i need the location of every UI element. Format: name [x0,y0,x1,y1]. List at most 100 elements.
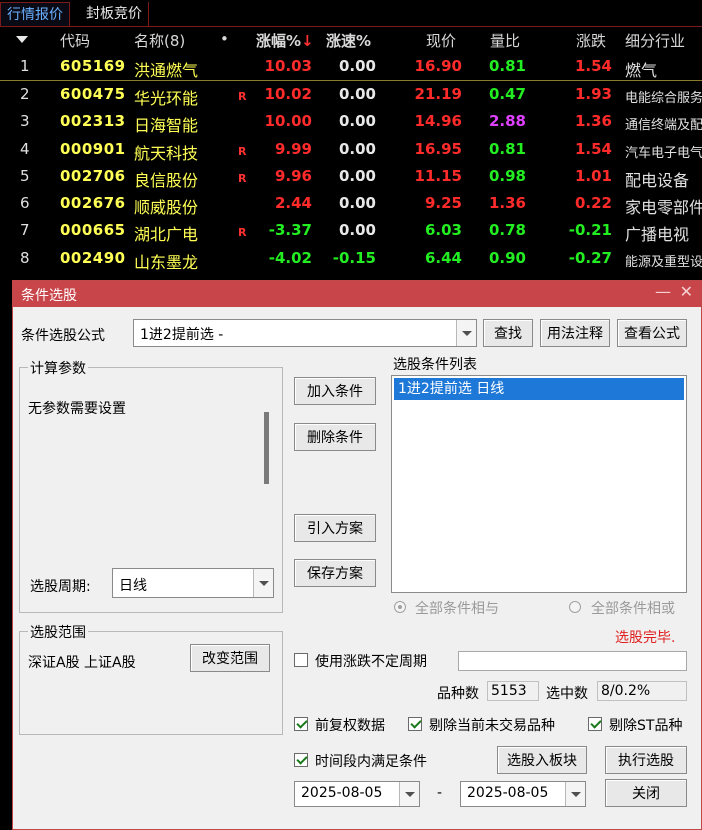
close-icon[interactable]: ✕ [680,282,693,301]
stock-name: 洪通燃气 [134,61,199,80]
formula-select[interactable]: 1进2提前选 - [133,319,477,347]
sort-desc-icon: ↓ [301,32,314,50]
use-period-checkbox[interactable] [294,653,308,667]
industry: 燃气 [625,61,658,80]
header-pct[interactable]: 涨幅%↓ [256,30,314,51]
use-period-label: 使用涨跌不定周期 [315,654,427,670]
pct-change: 9.99 [274,140,312,158]
header-industry[interactable]: 细分行业 [625,30,685,51]
chevron-down-icon[interactable] [399,782,419,806]
price: 14.96 [414,112,462,130]
quote-row[interactable]: 6 002676 顺威股份 2.44 0.00 9.25 1.36 0.22 家… [0,191,702,218]
radio-all-and[interactable] [394,601,406,613]
header-code[interactable]: 代码 [60,30,90,51]
delete-condition-button[interactable]: 删除条件 [294,423,376,451]
tab-quotes[interactable]: 行情报价 [0,2,70,26]
price-change: -0.27 [568,249,612,267]
add-condition-button[interactable]: 加入条件 [294,377,376,405]
params-group: 计算参数 无参数需要设置 选股周期: 日线 [19,358,283,613]
stock-name: 良信股份 [134,171,199,190]
view-formula-button[interactable]: 查看公式 [617,319,687,347]
period-select[interactable]: 日线 [112,568,274,598]
date-to-picker[interactable]: 2025-08-05 [460,781,586,807]
stock-code: 002706 [60,167,126,185]
price-change: -0.21 [568,221,612,239]
selected-row-underline [0,80,702,81]
date-from-picker[interactable]: 2025-08-05 [294,781,420,807]
radio-all-or[interactable] [569,601,581,613]
price: 11.15 [414,167,462,185]
pct-change: 10.00 [264,112,312,130]
adjust-label: 前复权数据 [315,718,385,734]
quote-row[interactable]: 4 000901 航天科技 R 9.99 0.00 16.95 0.81 1.5… [0,137,702,164]
chevron-down-icon[interactable] [565,782,585,806]
quote-row[interactable]: 1 605169 洪通燃气 10.03 0.00 16.90 0.81 1.54… [0,54,702,81]
price-change: 1.54 [574,57,612,75]
stock-name: 山东墨龙 [134,253,199,272]
period-label: 选股周期: [30,579,91,595]
quote-row[interactable]: 7 000665 湖北广电 R -3.37 0.00 6.03 0.78 -0.… [0,218,702,245]
params-text: 无参数需要设置 [28,401,126,417]
pct-change: -3.37 [268,221,312,239]
chevron-down-icon[interactable] [456,320,476,346]
condition-listbox[interactable]: 1进2提前选 日线 [391,375,687,593]
dialog-title-bar[interactable]: 条件选股 — ✕ [13,281,701,307]
exclude-untraded-checkbox[interactable] [408,717,422,731]
save-plan-button[interactable]: 保存方案 [294,559,376,587]
time-range-checkbox[interactable] [294,753,308,767]
stock-name: 日海智能 [134,116,199,135]
top-tab-bar: 行情报价 封板竞价 [0,0,702,27]
params-group-title: 计算参数 [28,358,88,378]
stock-code: 002313 [60,112,126,130]
exclude-st-checkbox[interactable] [588,717,602,731]
chevron-down-icon[interactable] [253,569,273,597]
close-button[interactable]: 关闭 [605,779,687,807]
execute-screen-button[interactable]: 执行选股 [605,746,687,774]
stock-name: 顺威股份 [134,198,199,217]
tab-limit-auction[interactable]: 封板竞价 [80,2,149,26]
speed: 0.00 [338,85,376,103]
quote-row[interactable]: 5 002706 良信股份 R 9.96 0.00 11.15 0.98 1.0… [0,164,702,191]
condition-list-item[interactable]: 1进2提前选 日线 [394,378,684,400]
time-range-label: 时间段内满足条件 [315,754,427,770]
header-speed[interactable]: 涨速% [326,30,371,51]
row-index: 3 [20,112,30,130]
header-dot: • [220,30,229,48]
stock-code: 605169 [60,57,126,75]
pct-change: 9.96 [274,167,312,185]
range-text: 深证A股 上证A股 [28,655,136,671]
condition-list-label: 选股条件列表 [393,357,477,373]
header-name[interactable]: 名称(8) [134,30,185,51]
header-price[interactable]: 现价 [426,30,456,51]
row-index: 6 [20,194,30,212]
period-value: 日线 [119,578,147,594]
dialog-title: 条件选股 [21,288,77,304]
quote-row[interactable]: 3 002313 日海智能 10.00 0.00 14.96 2.88 1.36… [0,109,702,136]
speed: 0.00 [338,167,376,185]
radio-all-and-label: 全部条件相与 [415,601,499,617]
header-change[interactable]: 涨跌 [576,30,606,51]
price: 6.03 [424,221,462,239]
speed: 0.00 [338,112,376,130]
minimize-icon[interactable]: — [655,282,671,301]
industry: 家电零部件 [625,198,702,217]
params-scrollbar[interactable] [264,412,269,484]
change-range-button[interactable]: 改变范围 [190,644,270,672]
add-to-block-button[interactable]: 选股入板块 [497,746,587,774]
header-vol-ratio[interactable]: 量比 [490,30,520,51]
column-menu-icon[interactable] [16,36,28,43]
quote-row[interactable]: 8 002490 山东墨龙 -4.02 -0.15 6.44 0.90 -0.2… [0,246,702,273]
quote-row[interactable]: 2 600475 华光环能 R 10.02 0.00 21.19 0.47 1.… [0,82,702,109]
row-index: 1 [20,57,30,75]
industry: 电能综合服务 [625,91,702,106]
stock-code: 002676 [60,194,126,212]
price-change: 1.54 [574,140,612,158]
volume-ratio: 2.88 [488,112,526,130]
adjust-checkbox[interactable] [294,717,308,731]
row-index: 5 [20,167,30,185]
header-pct-label: 涨幅% [256,32,302,50]
period-input[interactable] [458,651,687,671]
import-plan-button[interactable]: 引入方案 [294,514,376,542]
find-button[interactable]: 查找 [483,319,533,347]
usage-notes-button[interactable]: 用法注释 [540,319,610,347]
